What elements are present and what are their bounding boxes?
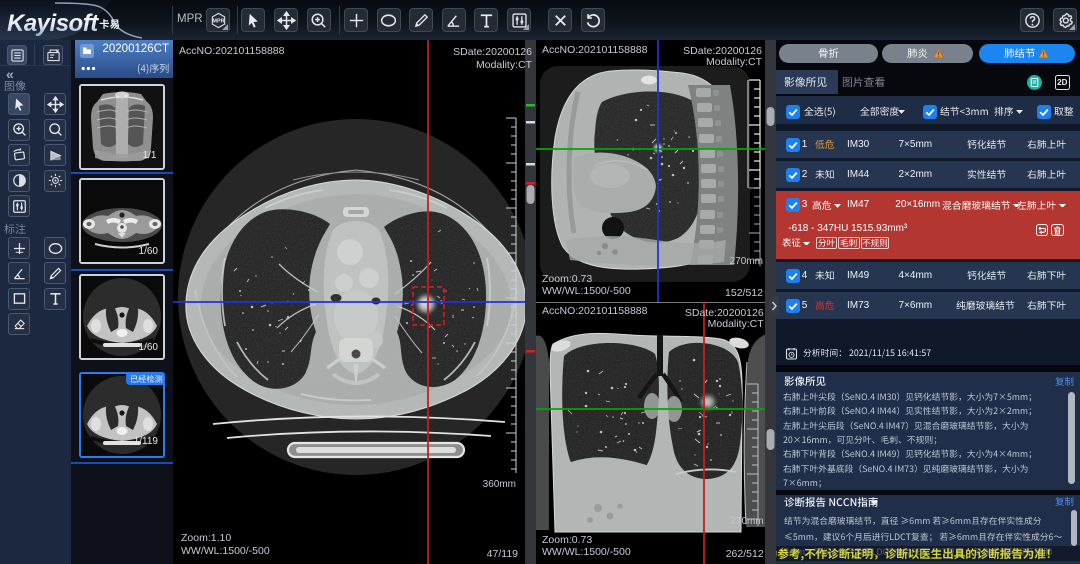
svg-text:Kayisoft: Kayisoft xyxy=(7,10,99,37)
